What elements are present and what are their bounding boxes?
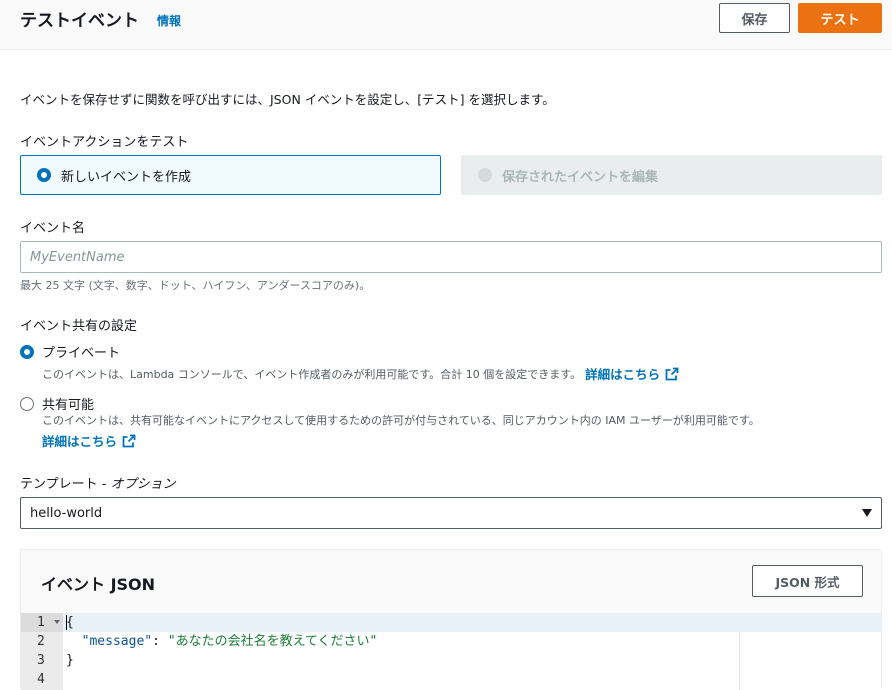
tile-edit-saved-event: 保存されたイベントを編集 [461,155,882,195]
line-number: 3 [37,653,45,668]
private-learn-more-link[interactable]: 詳細はこちら [585,364,679,383]
code-text: { [66,613,74,632]
page-header: テストイベント 情報 保存 テスト [0,0,892,50]
external-link-icon [122,434,136,447]
test-action-label: イベントアクションをテスト [20,135,189,150]
tile-edit-saved-event-label: 保存されたイベントを編集 [502,169,659,185]
page-title: テストイベント [20,11,139,31]
code-line[interactable]: 3 } [21,651,881,670]
caret-down-icon [862,509,872,517]
code-text: "message": "あなたの会社名を教えてください" [66,632,378,651]
json-separator: : [152,634,168,649]
radio-private-label: プライベート [42,346,121,361]
radio-shareable-label: 共有可能 [42,398,95,413]
tile-create-new-event[interactable]: 新しいイベントを作成 [20,155,441,195]
event-name-input[interactable] [20,241,882,273]
private-description: このイベントは、Lambda コンソールで、イベント作成者のみが利用可能です。合… [42,364,679,383]
shareable-description: このイベントは、共有可能なイベントにアクセスして使用するための許可が付与されてい… [42,414,760,427]
event-json-title: イベント JSON [41,575,156,594]
page-description: イベントを保存せずに関数を呼び出すには、JSON イベントを設定し、[テスト] … [20,92,555,107]
private-description-text: このイベントは、Lambda コンソールで、イベント作成者のみが利用可能です。合… [42,367,582,381]
json-code-editor[interactable]: 1 { 2 "message": "あなたの会社名を教えてください" 3 } 4 [21,613,881,690]
save-button[interactable]: 保存 [719,3,790,33]
private-learn-more-label: 詳細はこちら [585,367,661,382]
code-brace-open: { [66,615,74,630]
template-label-text: テンプレート - [20,477,111,492]
code-text: } [66,653,74,668]
radio-row-private[interactable]: プライベート [20,342,120,361]
test-button[interactable]: テスト [798,3,882,33]
template-select[interactable]: hello-world [20,497,882,529]
json-format-button[interactable]: JSON 形式 [752,565,863,597]
shareable-learn-more-label: 詳細はこちら [42,434,118,449]
json-value: "あなたの会社名を教えてください" [167,634,378,649]
shareable-learn-more-link[interactable]: 詳細はこちら [42,431,136,450]
info-link[interactable]: 情報 [157,12,181,29]
radio-private[interactable] [20,344,34,359]
line-number: 2 [37,634,45,649]
code-line[interactable]: 1 { [21,613,881,632]
event-name-hint: 最大 25 文字 (文字、数字、ドット、ハイフン、アンダースコアのみ)。 [20,279,371,292]
radio-shareable[interactable] [20,396,34,411]
code-line[interactable]: 2 "message": "あなたの会社名を教えてください" [21,632,881,651]
external-link-icon [665,367,679,380]
json-key: "message" [81,634,153,649]
event-json-panel: イベント JSON JSON 形式 1 { 2 "message": "あなたの… [20,549,882,690]
sharing-label: イベント共有の設定 [20,319,138,334]
template-select-value: hello-world [30,505,103,521]
radio-row-shareable[interactable]: 共有可能 [20,394,94,413]
tile-create-new-event-label: 新しいイベントを作成 [61,169,192,185]
event-name-label: イベント名 [20,221,86,236]
radio-edit-saved-event [478,168,492,182]
template-label: テンプレート - オプション [20,473,176,492]
radio-create-new-event[interactable] [37,168,51,182]
template-optional-label: オプション [110,477,176,492]
fold-arrow-icon[interactable] [54,620,60,624]
